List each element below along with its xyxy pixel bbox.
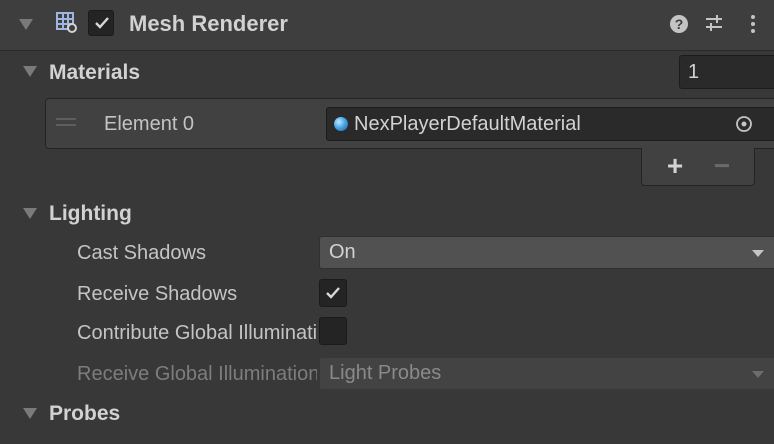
component-enabled-toggle[interactable] — [88, 10, 114, 36]
component-header[interactable]: Mesh Renderer ? — [0, 0, 774, 51]
presets-icon[interactable] — [703, 13, 725, 35]
context-menu-icon[interactable] — [746, 13, 760, 35]
component-title: Mesh Renderer — [129, 11, 288, 36]
receive-gi-label: Receive Global Illumination — [77, 363, 317, 385]
receive-gi-value: Light Probes — [329, 362, 442, 384]
contribute-gi-label: Contribute Global Illumination — [77, 322, 317, 344]
lighting-label[interactable]: Lighting — [49, 202, 132, 226]
cast-shadows-value: On — [329, 241, 356, 263]
receive-gi-dropdown: Light Probes — [319, 357, 774, 390]
mesh-renderer-icon — [56, 12, 77, 33]
add-element-button[interactable]: + — [660, 151, 690, 181]
material-object-field[interactable]: NexPlayerDefaultMaterial — [326, 107, 774, 141]
material-icon — [334, 117, 348, 131]
cast-shadows-label: Cast Shadows — [77, 242, 206, 264]
checkmark-icon — [95, 17, 109, 29]
probes-foldout-arrow-icon[interactable] — [23, 408, 37, 419]
probes-label[interactable]: Probes — [49, 402, 120, 426]
dropdown-arrow-icon — [752, 371, 764, 378]
materials-count-field[interactable]: 1 — [679, 55, 774, 89]
materials-foldout-arrow-icon[interactable] — [23, 66, 37, 77]
receive-shadows-label: Receive Shadows — [77, 283, 238, 305]
contribute-gi-toggle[interactable] — [319, 317, 347, 345]
dropdown-arrow-icon — [752, 250, 764, 257]
cast-shadows-dropdown[interactable]: On — [319, 236, 774, 269]
foldout-arrow-icon[interactable] — [19, 19, 33, 30]
inspector-panel: Mesh Renderer ? Materials 1 Element 0 Ne… — [0, 0, 774, 444]
receive-shadows-toggle[interactable] — [319, 279, 347, 307]
materials-count-value: 1 — [688, 61, 700, 83]
lighting-foldout-arrow-icon[interactable] — [23, 208, 37, 219]
material-name: NexPlayerDefaultMaterial — [354, 113, 581, 135]
materials-list: Element 0 NexPlayerDefaultMaterial — [45, 98, 774, 149]
element-0-label: Element 0 — [104, 113, 195, 135]
remove-element-button[interactable]: − — [707, 151, 737, 181]
svg-text:?: ? — [675, 16, 684, 32]
checkmark-icon — [326, 287, 340, 299]
materials-label[interactable]: Materials — [49, 61, 140, 85]
list-footer: + − — [641, 148, 755, 186]
object-picker-icon[interactable] — [734, 114, 754, 134]
drag-handle-icon[interactable] — [56, 118, 76, 128]
help-icon[interactable]: ? — [668, 13, 690, 35]
